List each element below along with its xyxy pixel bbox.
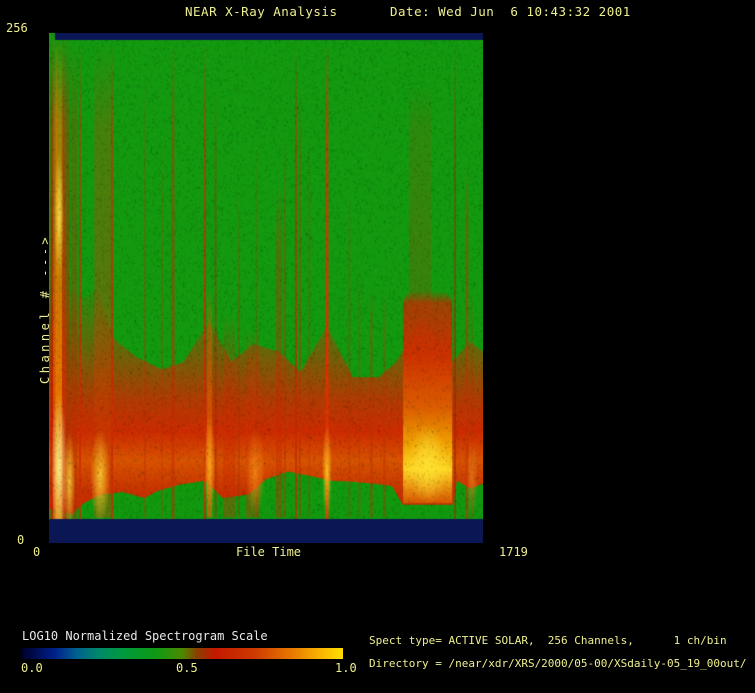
colorbar-tick-0: 0.0	[21, 661, 43, 675]
date-label: Date: Wed Jun 6 10:43:32 2001	[390, 4, 631, 19]
colorbar-tick-05: 0.5	[176, 661, 198, 675]
colorbar-gradient	[22, 648, 343, 659]
x-axis-min-label: 0	[33, 545, 40, 559]
directory-label: Directory = /near/xdr/XRS/2000/05-00/XSd…	[369, 657, 747, 670]
window-title: NEAR X-Ray Analysis	[185, 4, 338, 19]
spectrogram-canvas	[49, 33, 483, 543]
colorbar-title: LOG10 Normalized Spectrogram Scale	[22, 629, 268, 643]
colorbar-tick-1: 1.0	[335, 661, 357, 675]
near-xray-analysis-window: NEAR X-Ray Analysis Date: Wed Jun 6 10:4…	[0, 0, 755, 693]
x-axis-max-label: 1719	[499, 545, 528, 559]
spect-type-label: Spect type= ACTIVE SOLAR, 256 Channels, …	[369, 634, 727, 647]
x-axis-title: File Time	[236, 545, 301, 559]
y-axis-max-label: 256	[6, 21, 28, 35]
y-axis-min-label: 0	[17, 533, 24, 547]
